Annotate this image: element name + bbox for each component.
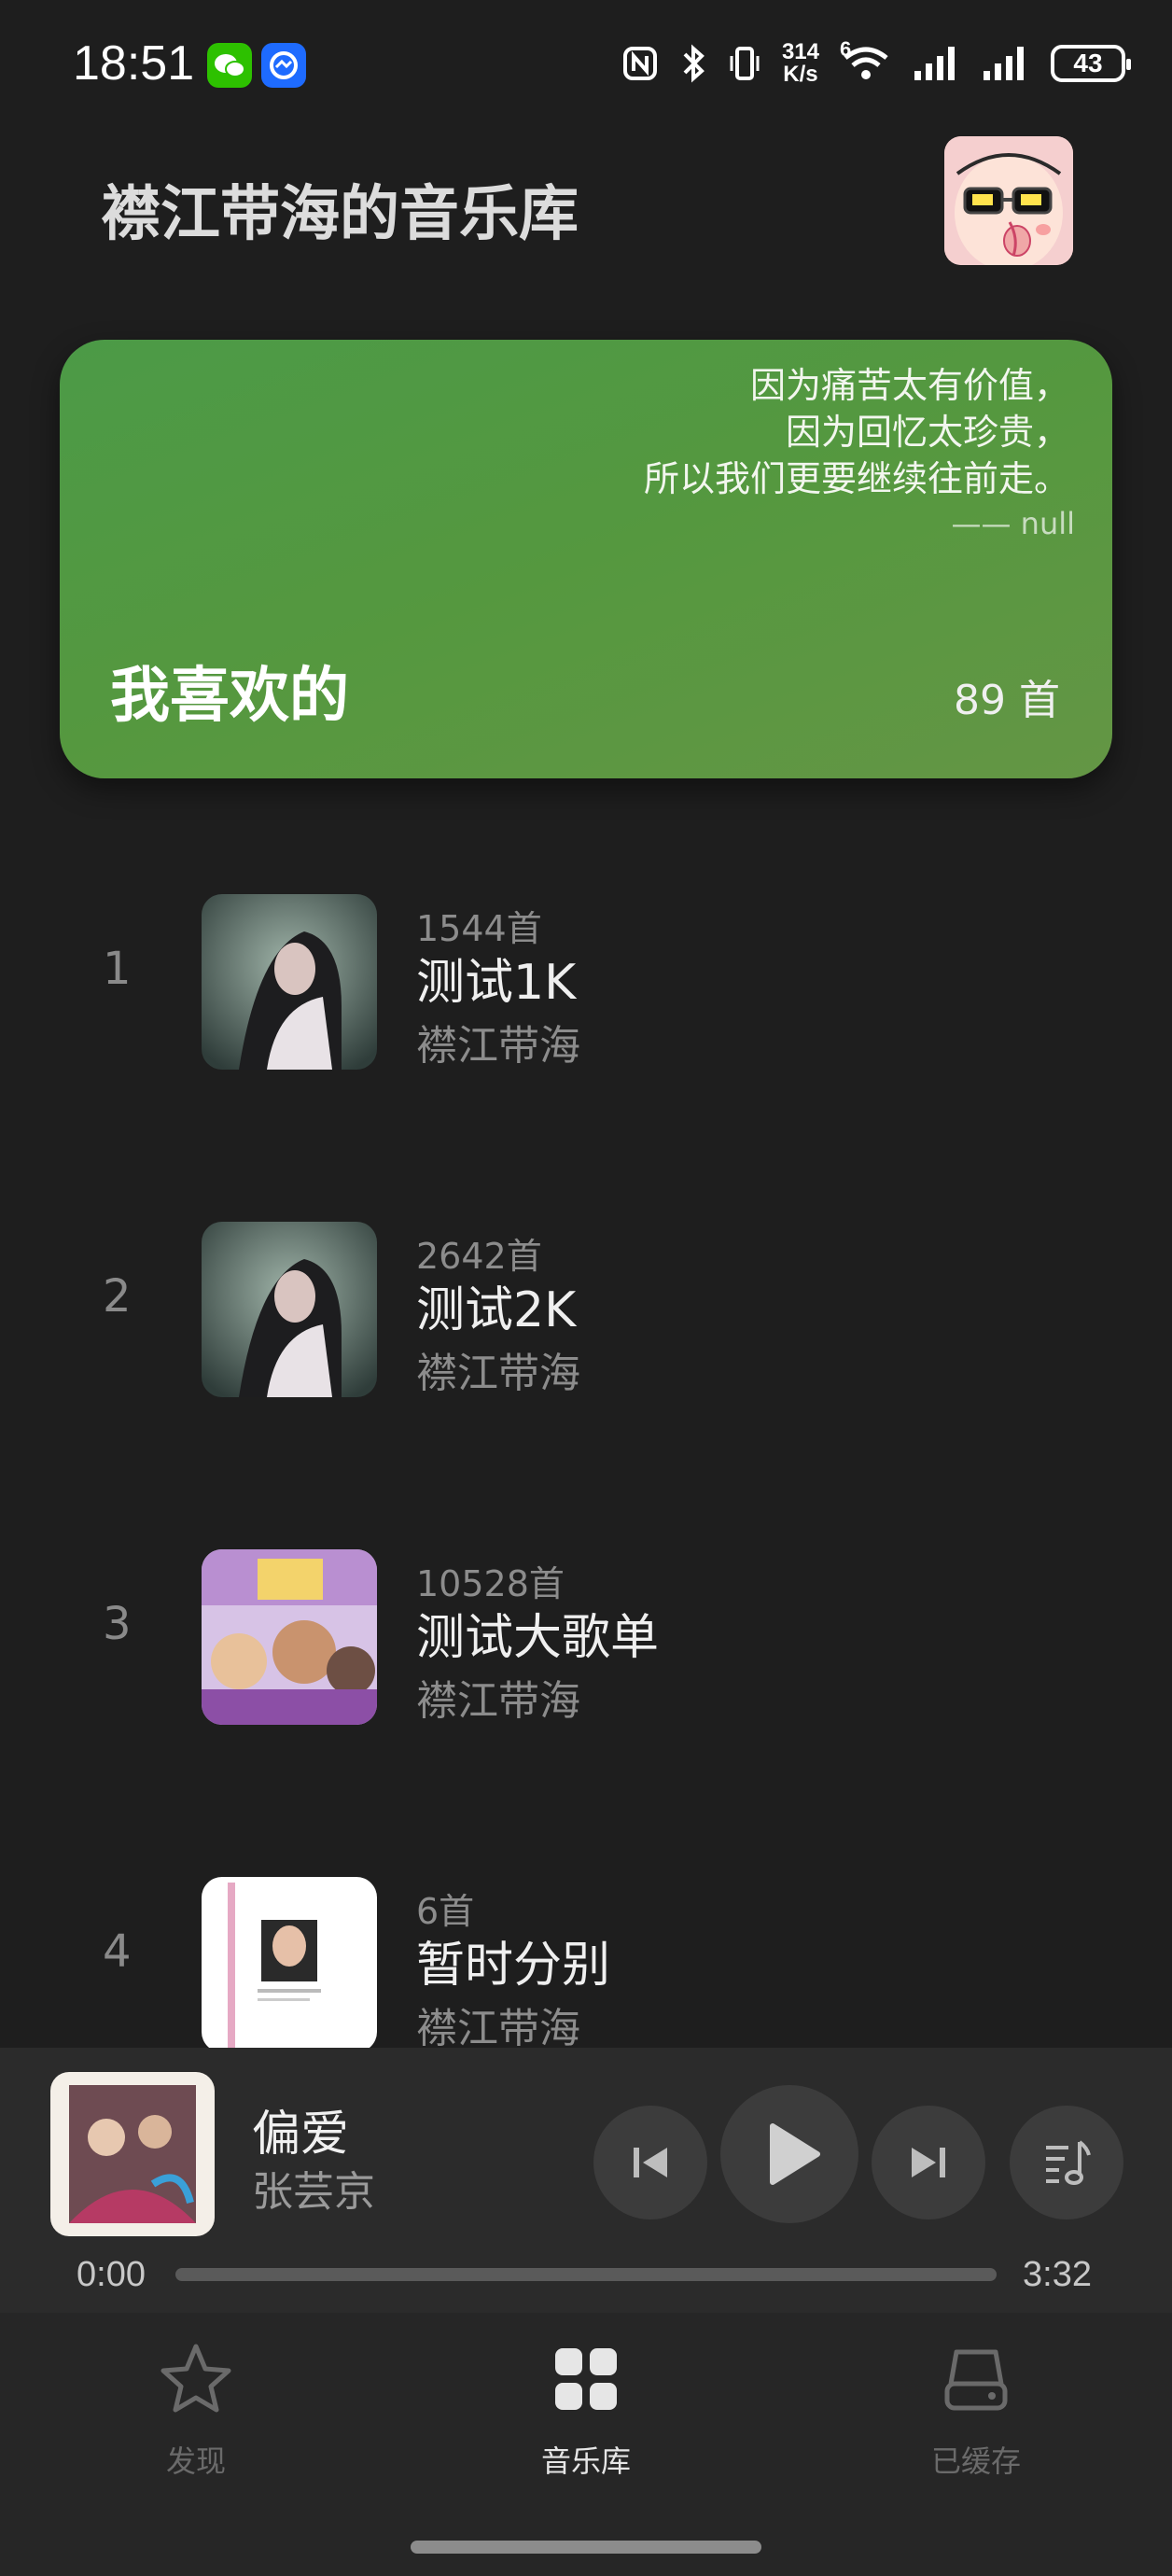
skip-previous-icon xyxy=(634,2148,667,2177)
quote: 因为痛苦太有价值， 因为回忆太珍贵， 所以我们更要继续往前走。 xyxy=(643,365,1069,499)
playlist-row[interactable]: 3 10528首 测试大歌单 襟江带海 xyxy=(0,1533,1172,1738)
playlist-index: 4 xyxy=(103,1925,132,1978)
total-time: 3:32 xyxy=(1023,2255,1092,2294)
favorites-count: 89 首 xyxy=(954,677,1060,724)
favorites-title: 我喜欢的 xyxy=(110,662,349,731)
status-bar: 18:51 314 K/s 6 43 xyxy=(0,0,1172,131)
battery-icon: 43 xyxy=(1051,45,1131,82)
vibrate-icon xyxy=(730,47,760,80)
playlist-row[interactable]: 4 6首 暂时分别 襟江带海 xyxy=(0,1860,1172,2049)
bluetooth-icon xyxy=(683,44,705,83)
playlist-creator: 襟江带海 xyxy=(416,1022,580,1070)
previous-button[interactable] xyxy=(593,2106,707,2219)
page-title: 襟江带海的音乐库 xyxy=(101,180,579,249)
nav-cached[interactable]: 已缓存 xyxy=(873,2337,1079,2481)
avatar[interactable] xyxy=(944,136,1073,265)
signal-icon xyxy=(914,47,955,80)
playlist-creator: 襟江带海 xyxy=(416,1677,580,1725)
nav-label: 音乐库 xyxy=(540,2443,631,2479)
next-button[interactable] xyxy=(872,2106,985,2219)
favorites-card[interactable]: 因为痛苦太有价值， 因为回忆太珍贵， 所以我们更要继续往前走。 —— null … xyxy=(60,340,1112,778)
playlist-index: 2 xyxy=(103,1270,132,1323)
now-playing-title: 偏爱 xyxy=(252,2107,350,2163)
qq-browser-icon xyxy=(261,43,306,88)
playlist-name: 暂时分别 xyxy=(416,1938,611,1994)
now-playing-cover[interactable] xyxy=(50,2072,215,2236)
playlist-index: 3 xyxy=(103,1598,132,1650)
storage-icon xyxy=(944,2349,1008,2411)
playlist-cover xyxy=(202,1549,377,1725)
playlist-name: 测试1K xyxy=(416,955,577,1011)
queue-music-icon xyxy=(1046,2140,1091,2185)
nav-library[interactable]: 音乐库 xyxy=(483,2337,689,2481)
playlist-name: 测试2K xyxy=(416,1282,577,1338)
nav-label: 发现 xyxy=(165,2443,226,2479)
signal-icon-2 xyxy=(984,47,1024,80)
play-button[interactable] xyxy=(720,2085,858,2223)
wifi-indicator: 6 xyxy=(840,37,892,84)
current-time: 0:00 xyxy=(77,2255,146,2294)
wechat-icon xyxy=(207,43,252,88)
playlist-creator: 襟江带海 xyxy=(416,1350,580,1397)
nav-label: 已缓存 xyxy=(930,2443,1021,2479)
home-indicator[interactable] xyxy=(411,2541,761,2554)
grid-icon xyxy=(555,2348,617,2410)
status-time: 18:51 xyxy=(73,36,195,91)
now-playing-artist: 张芸京 xyxy=(252,2168,375,2216)
playlist-row[interactable]: 2 2642首 测试2K 襟江带海 xyxy=(0,1205,1172,1410)
playlist-queue-button[interactable] xyxy=(1010,2106,1123,2219)
status-indicators: 314 K/s 6 43 xyxy=(621,37,1131,87)
playlist-cover xyxy=(202,1222,377,1397)
playlist-cover xyxy=(202,894,377,1070)
playlist-index: 1 xyxy=(103,943,132,995)
playlist-creator: 襟江带海 xyxy=(416,2005,580,2049)
playlist-row[interactable]: 1 1544首 测试1K 襟江带海 xyxy=(0,877,1172,1083)
star-icon xyxy=(160,2344,231,2413)
playlist-cover xyxy=(202,1877,377,2049)
quote-author: —— null xyxy=(951,506,1075,541)
progress-bar[interactable] xyxy=(175,2268,997,2281)
bottom-nav: 发现 音乐库 已缓存 xyxy=(0,2313,1172,2576)
playlist-name: 测试大歌单 xyxy=(416,1610,660,1666)
now-playing-bar[interactable]: 偏爱 张芸京 0:00 3:32 xyxy=(0,2048,1172,2313)
nav-discover[interactable]: 发现 xyxy=(93,2337,299,2481)
playlist-list[interactable]: 1 1544首 测试1K 襟江带海 2 2642首 测试2K 襟江带海 3 10… xyxy=(0,877,1172,2049)
skip-next-icon xyxy=(912,2148,945,2177)
network-type: 6 xyxy=(840,37,852,61)
play-icon xyxy=(770,2123,820,2185)
nfc-icon xyxy=(622,47,657,80)
net-speed: 314 K/s xyxy=(781,39,819,87)
